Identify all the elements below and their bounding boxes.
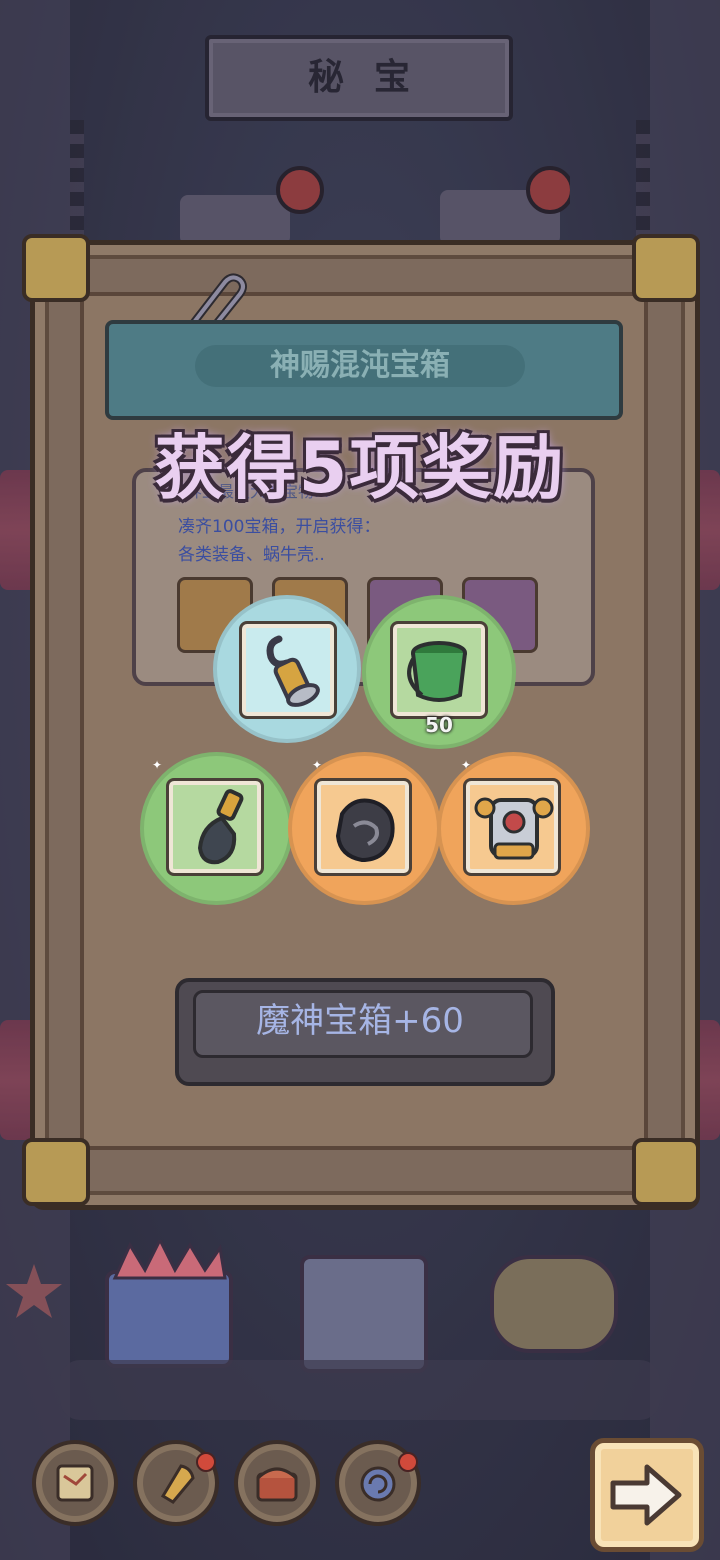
reward-item-paint-bucket[interactable]: 50 [362, 595, 516, 749]
hook-icon [266, 635, 320, 707]
nav-chest-button[interactable] [234, 1440, 320, 1526]
notification-dot [398, 1452, 418, 1472]
blue-chest [300, 1255, 428, 1373]
panel-corner-bl [22, 1138, 90, 1206]
armor-icon [474, 797, 554, 860]
reward-item-pendant[interactable]: ✦ [140, 752, 293, 905]
info-line-1: 凑齐100宝箱，开启获得： [178, 517, 381, 537]
map-icon [56, 1464, 94, 1502]
nav-map-button[interactable] [32, 1440, 118, 1526]
pendant-icon [197, 789, 244, 865]
reward-item-armor[interactable]: ✦ [437, 752, 590, 905]
sparkle-icon: ✦ [461, 758, 472, 772]
chest-spikes-decoration [112, 1240, 227, 1280]
chest-icon [256, 1467, 298, 1502]
arrow-right-icon [610, 1464, 682, 1526]
info-line-2: 各类装备、蜗牛壳.. [178, 545, 325, 565]
reward-item-hook[interactable] [213, 595, 361, 743]
reward-quantity: 50 [425, 713, 453, 737]
sparkle-icon: ✦ [312, 758, 323, 772]
panel-corner-tr [632, 234, 700, 302]
panel-corner-br [632, 1138, 700, 1206]
notification-dot [196, 1452, 216, 1472]
seabed [60, 1360, 660, 1420]
shell-icon [335, 798, 395, 863]
bonus-label: 魔神宝箱+60 [256, 1001, 464, 1041]
starfish-icon [6, 1264, 62, 1318]
pink-chest [105, 1270, 233, 1368]
reward-item-shell[interactable]: ✦ [288, 752, 441, 905]
sparkle-icon: ✦ [152, 758, 163, 772]
next-button[interactable] [590, 1438, 704, 1552]
reward-heading: 获得5项奖励 [154, 427, 566, 509]
film-reel-chest [490, 1255, 618, 1353]
panel-corner-tl [22, 234, 90, 302]
chest-name: 神赐混沌宝箱 [270, 348, 450, 383]
